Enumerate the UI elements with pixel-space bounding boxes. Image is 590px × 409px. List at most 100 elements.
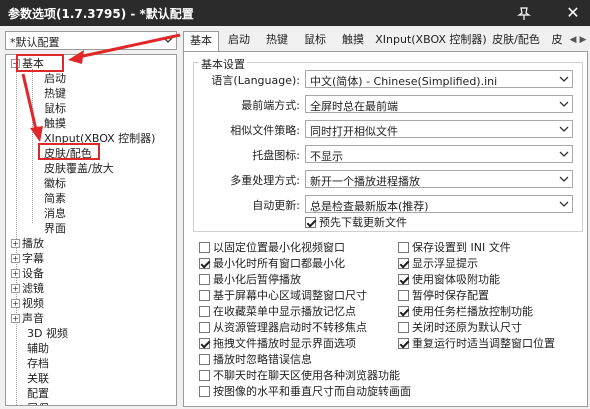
tab-skin-overflow[interactable]: 皮: [547, 31, 567, 51]
arrow-icon: [21, 73, 43, 142]
checkbox-icon[interactable]: [199, 338, 210, 349]
option-checkbox[interactable]: 基于屏幕中心区域调整窗口尺寸: [199, 289, 367, 303]
tree-node-subtitles[interactable]: + 字幕: [11, 251, 44, 266]
checkbox-icon[interactable]: [199, 322, 210, 333]
tree-node-logo[interactable]: 徽标: [44, 176, 66, 191]
option-checkbox[interactable]: 拖拽文件播放时显示界面选项: [199, 337, 356, 351]
tree-node-playback[interactable]: + 播放: [11, 236, 44, 251]
tree-node-touch[interactable]: 触摸: [44, 116, 66, 131]
checkbox-icon[interactable]: [199, 274, 210, 285]
tree-node-audio[interactable]: + 声音: [11, 311, 44, 326]
tray-icon-value: 不显示: [310, 150, 343, 163]
tree-node-label: 辅助: [27, 342, 49, 355]
checkbox-label: 基于屏幕中心区域调整窗口尺寸: [213, 289, 367, 302]
group-title: 基本设置: [199, 56, 247, 72]
option-checkbox[interactable]: 最小化后暂停播放: [199, 273, 301, 287]
language-select[interactable]: 中文(简体) - Chinese(Simplified).ini: [305, 70, 573, 88]
tree-node-mouse[interactable]: 鼠标: [44, 101, 66, 116]
tree-node-config[interactable]: 配置: [27, 386, 49, 401]
tree-node-video[interactable]: + 视频: [11, 296, 44, 311]
expand-icon[interactable]: +: [11, 314, 20, 323]
language-value: 中文(简体) - Chinese(Simplified).ini: [310, 75, 498, 88]
option-checkbox[interactable]: 从资源管理器启动时不转移焦点: [199, 321, 367, 335]
expand-icon[interactable]: +: [11, 239, 20, 248]
multi-process-select[interactable]: 新开一个播放进程播放: [305, 170, 573, 188]
option-checkbox[interactable]: 以固定位置最小化视频窗口: [199, 241, 345, 255]
checkbox-icon[interactable]: [305, 217, 316, 228]
tree-node-filters[interactable]: + 滤镜: [11, 281, 44, 296]
checkbox-label: 最小化后暂停播放: [213, 273, 301, 286]
checkbox-icon[interactable]: [199, 306, 210, 317]
option-checkbox[interactable]: 使用窗体吸附功能: [398, 273, 500, 287]
option-checkbox[interactable]: 不聊天时在聊天区使用各种浏览器功能: [199, 369, 400, 383]
chevron-down-icon: [559, 101, 569, 107]
checkbox-icon[interactable]: [398, 306, 409, 317]
tab-xinput[interactable]: XInput(XBOX 控制器): [375, 31, 487, 51]
predownload-checkbox[interactable]: 预先下载更新文件: [305, 216, 407, 230]
checkbox-label: 预先下载更新文件: [319, 216, 407, 229]
option-checkbox[interactable]: 播放时忽略错误信息: [199, 353, 312, 367]
auto-update-select[interactable]: 总是检查最新版本(推荐): [305, 195, 573, 213]
checkbox-icon[interactable]: [199, 290, 210, 301]
tab-skin-color[interactable]: 皮肤/配色: [489, 31, 543, 51]
checkbox-icon[interactable]: [199, 242, 210, 253]
checkbox-icon[interactable]: [398, 242, 409, 253]
expand-icon[interactable]: +: [11, 284, 20, 293]
expand-icon[interactable]: +: [11, 269, 20, 278]
tree-node-assist[interactable]: 辅助: [27, 341, 49, 356]
option-checkbox[interactable]: 显示浮显提示: [398, 257, 478, 271]
checkbox-icon[interactable]: [398, 322, 409, 333]
option-checkbox[interactable]: 最小化时所有窗口都最小化: [199, 257, 345, 271]
tab-hotkeys[interactable]: 热键: [259, 31, 295, 51]
option-checkbox[interactable]: 关闭时还原为默认尺寸: [398, 321, 522, 335]
checkbox-icon[interactable]: [398, 338, 409, 349]
topmost-select[interactable]: 全屏时总在最前端: [305, 95, 573, 113]
checkbox-icon[interactable]: [398, 290, 409, 301]
tree-node-hotkeys[interactable]: 热键: [44, 86, 66, 101]
tree-node-label: 皮肤覆盖/放大: [44, 162, 114, 175]
tree-node-skin-overlay[interactable]: 皮肤覆盖/放大: [44, 161, 114, 176]
tray-icon-select[interactable]: 不显示: [305, 145, 573, 163]
tab-touch[interactable]: 触摸: [335, 31, 371, 51]
tree-node-archive[interactable]: 存档: [27, 356, 49, 371]
checkbox-label: 以固定位置最小化视频窗口: [213, 241, 345, 254]
tree-node-screensaver[interactable]: 屏保: [27, 401, 49, 405]
tree-node-label: 触摸: [44, 117, 66, 130]
expand-icon[interactable]: +: [11, 299, 20, 308]
checkbox-label: 暂停时保存配置: [412, 289, 489, 302]
similar-files-select[interactable]: 同时打开相似文件: [305, 120, 573, 138]
tree-node-interface[interactable]: 界面: [44, 221, 66, 236]
tree-node-3d-video[interactable]: 3D 视频: [27, 326, 68, 341]
tree-node-startup[interactable]: 启动: [44, 71, 66, 86]
tab-mouse[interactable]: 鼠标: [297, 31, 333, 51]
option-checkbox[interactable]: 按图像的水平和垂直尺寸而自动旋转画面: [199, 385, 411, 399]
tab-basic[interactable]: 基本: [183, 31, 219, 52]
highlight-box: [38, 143, 100, 160]
option-checkbox[interactable]: 保存设置到 INI 文件: [398, 241, 511, 255]
checkbox-icon[interactable]: [199, 354, 210, 365]
tab-startup[interactable]: 启动: [221, 31, 257, 51]
checkbox-label: 保存设置到 INI 文件: [412, 241, 511, 254]
checkbox-label: 从资源管理器启动时不转移焦点: [213, 321, 367, 334]
option-checkbox[interactable]: 重复运行时适当调整窗口位置: [398, 337, 555, 351]
checkbox-icon[interactable]: [398, 258, 409, 269]
tree-node-messages[interactable]: 消息: [44, 206, 66, 221]
tree-node-devices[interactable]: + 设备: [11, 266, 44, 281]
option-checkbox[interactable]: 暂停时保存配置: [398, 289, 489, 303]
highlight-box: [16, 54, 64, 72]
option-checkbox[interactable]: 在收藏菜单中显示播放记忆点: [199, 305, 356, 319]
pin-icon[interactable]: [516, 5, 532, 21]
checkbox-icon[interactable]: [199, 370, 210, 381]
close-icon[interactable]: ✕: [562, 2, 584, 24]
scroll-left-icon[interactable]: ◀: [568, 31, 578, 49]
topmost-value: 全屏时总在最前端: [310, 100, 398, 113]
scroll-right-icon[interactable]: ▶: [578, 31, 588, 49]
tree-node-simple[interactable]: 简素: [44, 191, 66, 206]
option-checkbox[interactable]: 使用任务栏播放控制功能: [398, 305, 533, 319]
tree-node-association[interactable]: 关联: [27, 371, 49, 386]
checkbox-icon[interactable]: [199, 258, 210, 269]
expand-icon[interactable]: +: [11, 254, 20, 263]
tree-node-label: 屏保: [27, 402, 49, 405]
checkbox-icon[interactable]: [199, 386, 210, 397]
checkbox-icon[interactable]: [398, 274, 409, 285]
